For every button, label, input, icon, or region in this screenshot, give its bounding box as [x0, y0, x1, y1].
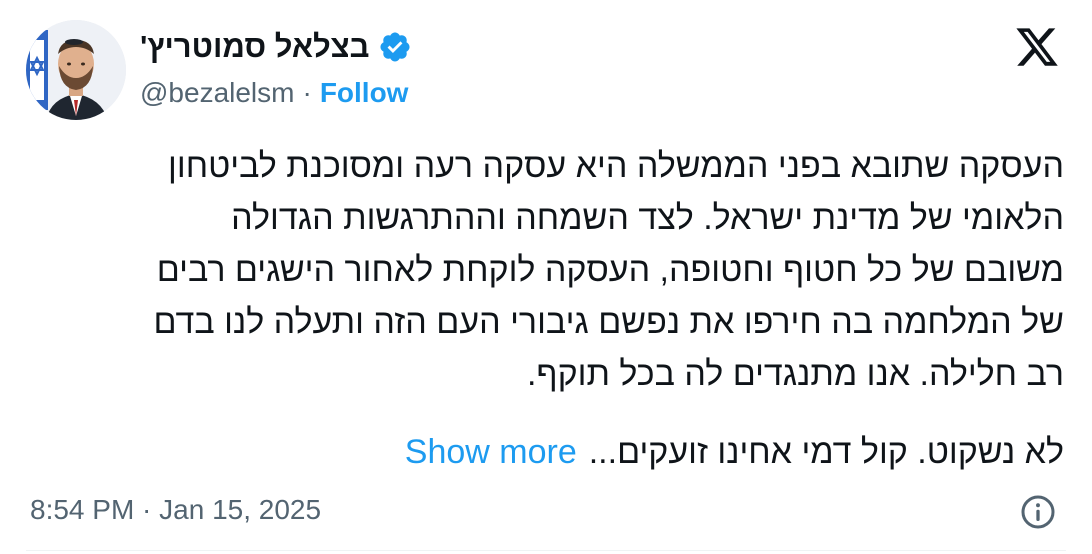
handle-row: @bezalelsm · Follow: [140, 74, 408, 112]
tweet-last-line: לא נשקוט. קול דמי אחינו זועקים... Show m…: [405, 426, 1064, 478]
follow-button[interactable]: Follow: [320, 77, 409, 109]
info-icon[interactable]: [1020, 494, 1056, 530]
author-handle[interactable]: @bezalelsm: [140, 77, 294, 109]
verified-badge-icon[interactable]: [378, 30, 412, 64]
divider: [26, 550, 1066, 551]
avatar-photo: [26, 20, 126, 120]
tweet-card: בצלאל סמוטריץ' @bezalelsm · Follow העסקה…: [0, 0, 1092, 554]
author-name-row: בצלאל סמוטריץ': [140, 26, 412, 68]
avatar[interactable]: [26, 20, 126, 120]
separator-dot: ·: [302, 77, 312, 108]
show-more-link[interactable]: Show more: [405, 426, 577, 478]
x-logo-icon[interactable]: [1014, 24, 1060, 70]
tweet-last-line-text: לא נשקוט. קול דמי אחינו זועקים...: [588, 433, 1064, 471]
display-name[interactable]: בצלאל סמוטריץ': [140, 29, 370, 65]
tweet-timestamp[interactable]: 8:54 PM · Jan 15, 2025: [30, 494, 321, 526]
tweet-text: העסקה שתובא בפני הממשלה היא עסקה רעה ומס…: [153, 147, 1064, 393]
